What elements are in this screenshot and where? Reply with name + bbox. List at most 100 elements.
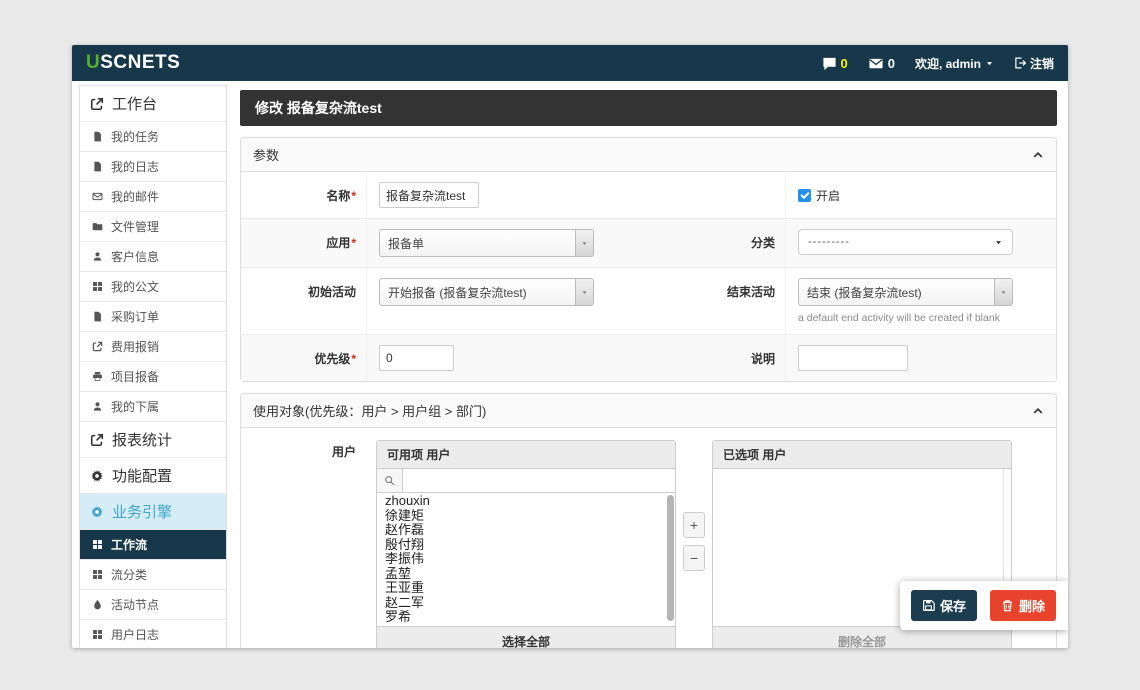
sidebar-item-label: 项目报备 (111, 368, 159, 385)
messages-indicator[interactable]: 0 (822, 56, 848, 71)
sidebar-item-label: 我的公文 (111, 278, 159, 295)
file-icon (92, 311, 103, 322)
sidebar-item-label: 我的日志 (111, 158, 159, 175)
params-panel-title: 参数 (253, 145, 279, 164)
sidebar-item-label: 功能配置 (112, 465, 172, 486)
mail-count: 0 (888, 56, 895, 71)
user-option[interactable]: 罗希 (377, 610, 675, 625)
collapse-chevron-icon[interactable] (1032, 149, 1044, 161)
name-input[interactable] (379, 182, 479, 208)
sidebar-item[interactable]: 采购订单 (80, 302, 226, 332)
sidebar-item[interactable]: 工作流 (80, 530, 226, 560)
file-icon (92, 161, 103, 172)
user-option[interactable]: 殷付翔 (377, 538, 675, 553)
required-asterisk: * (351, 189, 356, 203)
sidebar-item[interactable]: 我的下属 (80, 392, 226, 422)
sidebar-item[interactable]: 工作台 (80, 86, 226, 122)
sidebar-item[interactable]: 文件管理 (80, 212, 226, 242)
end-activity-select-button[interactable] (994, 279, 1012, 305)
category-field-cell: --------- (785, 219, 1056, 267)
name-field-label: 名称* (241, 172, 366, 218)
sidebar-item[interactable]: 用户日志 (80, 620, 226, 648)
sidebar-item[interactable]: 业务引擎 (80, 494, 226, 530)
scrollbar-thumb[interactable] (667, 495, 674, 621)
sidebar-item-label: 我的下属 (111, 398, 159, 415)
sidebar-item[interactable]: 功能配置 (80, 458, 226, 494)
user-menu[interactable]: 欢迎, admin (915, 55, 994, 72)
params-panel-header[interactable]: 参数 (241, 138, 1056, 172)
enabled-field-cell: 开启 (785, 172, 1056, 218)
sidebar-item[interactable]: 客户信息 (80, 242, 226, 272)
end-activity-cell: 结束 (报备复杂流test) a default end activity wi… (785, 268, 1056, 334)
sidebar-item[interactable]: 项目报备 (80, 362, 226, 392)
user-option[interactable]: 赵二军 (377, 596, 675, 611)
brand-logo-accent: U (86, 52, 100, 73)
sidebar-item[interactable]: 流分类 (80, 560, 226, 590)
start-activity-select[interactable]: 开始报备 (报备复杂流test) (379, 278, 594, 306)
mail-indicator[interactable]: 0 (868, 56, 895, 71)
sidebar-item[interactable]: 我的邮件 (80, 182, 226, 212)
share-icon (90, 433, 104, 447)
collapse-chevron-icon[interactable] (1032, 405, 1044, 417)
messages-count: 0 (841, 56, 848, 71)
sidebar-item[interactable]: 费用报销 (80, 332, 226, 362)
app-select-value: 报备单 (380, 235, 575, 252)
users-row-label: 用户 (241, 428, 366, 648)
app-field-label: 应用* (241, 219, 366, 267)
search-input[interactable] (403, 469, 675, 492)
app-select-button[interactable] (575, 230, 593, 256)
sidebar-item-label: 流分类 (111, 566, 147, 583)
transfer-buttons: + − (676, 440, 712, 571)
category-select[interactable]: --------- (798, 229, 1013, 255)
user-option[interactable]: 孟堃 (377, 567, 675, 582)
sidebar-item[interactable]: 我的公文 (80, 272, 226, 302)
end-activity-select[interactable]: 结束 (报备复杂流test) (798, 278, 1013, 306)
priority-field-label: 优先级* (241, 335, 366, 381)
main-content: 修改 报备复杂流test 参数 名称* (227, 81, 1068, 648)
select-all-button[interactable]: 选择全部 (377, 626, 675, 648)
form-row: 优先级* 说明 (241, 334, 1056, 381)
grid-icon (92, 281, 103, 292)
priority-input[interactable] (379, 345, 454, 371)
user-option[interactable]: 徐建矩 (377, 509, 675, 524)
user-option[interactable]: 赵作磊 (377, 523, 675, 538)
name-field-cell (366, 172, 641, 218)
sidebar-item[interactable]: 我的任务 (80, 122, 226, 152)
add-selected-button[interactable]: + (683, 512, 705, 538)
save-icon (922, 599, 935, 612)
sidebar-item-label: 我的邮件 (111, 188, 159, 205)
grid-icon (92, 569, 103, 580)
remove-selected-button[interactable]: − (683, 545, 705, 571)
trash-icon (1001, 599, 1014, 612)
app-select[interactable]: 报备单 (379, 229, 594, 257)
required-asterisk: * (351, 352, 356, 366)
caret-down-icon (581, 240, 588, 247)
user-option[interactable]: zhouxin (377, 494, 675, 509)
save-button[interactable]: 保存 (911, 590, 977, 621)
available-users-list[interactable]: zhouxin徐建矩赵作磊殷付翔李振伟孟堃王亚重赵二军罗希 (377, 493, 675, 626)
caret-down-icon (581, 289, 588, 296)
brand-logo[interactable]: USCNETS (86, 52, 180, 74)
logout-button[interactable]: 注销 (1014, 55, 1054, 72)
sidebar-item[interactable]: 报表统计 (80, 422, 226, 458)
end-activity-value: 结束 (报备复杂流test) (799, 284, 994, 301)
sidebar: 工作台我的任务我的日志我的邮件文件管理客户信息我的公文采购订单费用报销项目报备我… (72, 81, 227, 648)
start-activity-select-button[interactable] (575, 279, 593, 305)
brand-logo-text: SCNETS (100, 52, 180, 73)
sidebar-item[interactable]: 活动节点 (80, 590, 226, 620)
delete-button[interactable]: 删除 (990, 590, 1056, 621)
user-icon (92, 251, 103, 262)
user-option[interactable]: 王亚重 (377, 581, 675, 596)
sidebar-item-label: 我的任务 (111, 128, 159, 145)
required-asterisk: * (351, 236, 356, 250)
enabled-checkbox[interactable] (798, 189, 811, 202)
user-icon (92, 401, 103, 412)
sidebar-item[interactable]: 我的日志 (80, 152, 226, 182)
app-field-cell: 报备单 (366, 219, 641, 267)
user-option[interactable]: 李振伟 (377, 552, 675, 567)
targets-panel-header[interactable]: 使用对象(优先级：用户 > 用户组 > 部门) (241, 394, 1056, 428)
description-input[interactable] (798, 345, 908, 371)
sidebar-item-label: 客户信息 (111, 248, 159, 265)
desktop-background: USCNETS 0 0 欢迎, admin 注销 (0, 0, 1140, 690)
search-button[interactable] (377, 469, 403, 492)
